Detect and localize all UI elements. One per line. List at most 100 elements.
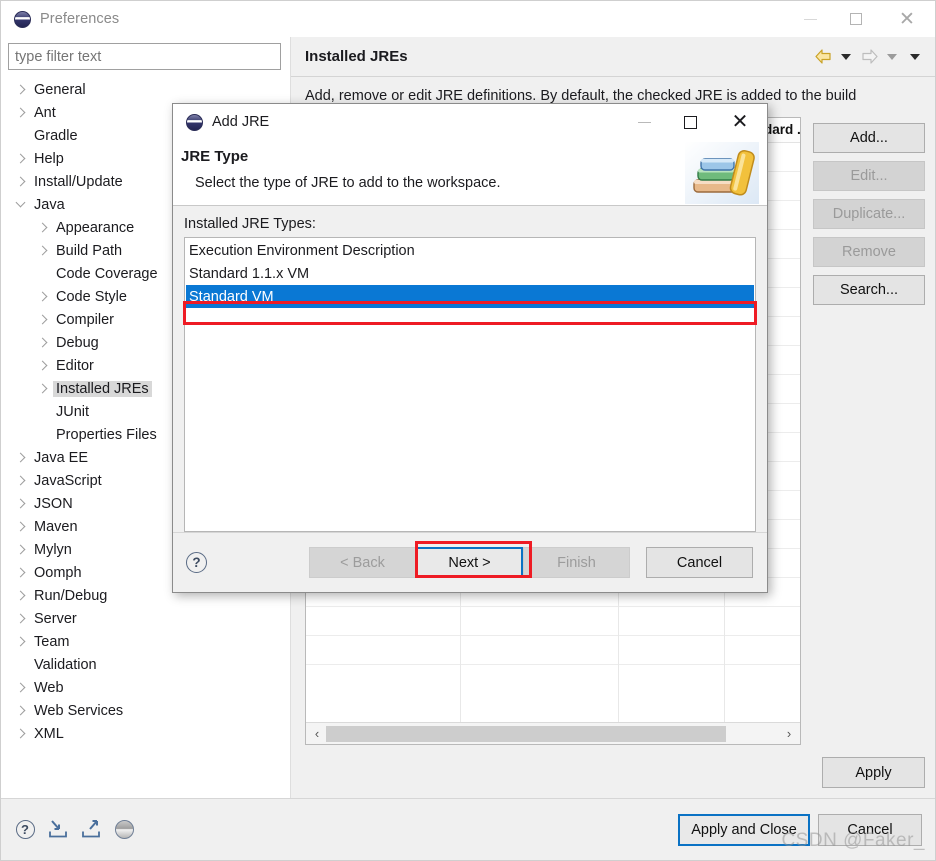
eclipse-icon <box>186 113 203 131</box>
sidebar-item-xml[interactable]: XML <box>1 722 290 745</box>
sidebar-item-web-services[interactable]: Web Services <box>1 699 290 722</box>
chevron-right-icon[interactable] <box>9 613 31 624</box>
sidebar-item-label: Web <box>34 679 64 696</box>
sidebar-item-label: Validation <box>34 656 97 673</box>
eclipse-icon <box>14 10 31 28</box>
chevron-right-icon[interactable] <box>9 728 31 739</box>
chevron-right-icon[interactable] <box>9 176 31 187</box>
sidebar-item-validation[interactable]: Validation <box>1 653 290 676</box>
sidebar-item-label: Server <box>34 610 77 627</box>
chevron-right-icon[interactable] <box>9 84 31 95</box>
sidebar-item-server[interactable]: Server <box>1 607 290 630</box>
scrollbar-thumb[interactable] <box>326 725 726 742</box>
maximize-button[interactable] <box>833 1 879 37</box>
sidebar-item-label: Help <box>34 150 64 167</box>
back-arrow-icon[interactable] <box>813 47 833 67</box>
close-button[interactable]: ✕ <box>879 1 935 37</box>
apply-and-close-button[interactable]: Apply and Close <box>678 813 810 846</box>
remove-button: Remove <box>813 236 925 267</box>
search-button[interactable]: Search... <box>813 274 925 305</box>
minimize-icon <box>637 121 651 123</box>
chevron-right-icon[interactable] <box>31 383 53 394</box>
sidebar-item-label: Appearance <box>56 219 135 236</box>
filter-container <box>1 37 290 76</box>
chevron-right-icon[interactable] <box>9 521 31 532</box>
bottom-icon-group: ? <box>14 819 135 841</box>
sidebar-item-label: Maven <box>34 518 78 535</box>
forward-arrow-icon <box>859 47 879 67</box>
add-jre-dialog: Add JRE ✕ JRE Type Select the type of JR… <box>172 103 768 593</box>
view-menu-caret-down-icon[interactable] <box>905 47 925 67</box>
chevron-right-icon[interactable] <box>9 682 31 693</box>
cancel-button[interactable]: Cancel <box>818 813 922 846</box>
next-button[interactable]: Next > <box>416 547 523 578</box>
sidebar-item-label: Run/Debug <box>34 587 108 604</box>
table-row[interactable] <box>306 636 800 665</box>
list-item[interactable]: Execution Environment Description <box>186 239 754 262</box>
sidebar-item-label: Installed JREs <box>53 380 152 397</box>
sidebar-item-label: Gradle <box>34 127 78 144</box>
dialog-banner: JRE Type Select the type of JRE to add t… <box>173 140 767 206</box>
apply-button[interactable]: Apply <box>822 757 925 788</box>
page-title: Installed JREs <box>305 48 408 65</box>
sidebar-item-label: Oomph <box>34 564 82 581</box>
chevron-right-icon[interactable] <box>31 360 53 371</box>
chevron-right-icon[interactable] <box>9 567 31 578</box>
sidebar-item-label: Mylyn <box>34 541 72 558</box>
chevron-right-icon[interactable] <box>31 222 53 233</box>
chevron-right-icon[interactable] <box>9 705 31 716</box>
chevron-right-icon[interactable] <box>31 291 53 302</box>
sidebar-item-label: Compiler <box>56 311 115 328</box>
dialog-window-controls: ✕ <box>621 104 767 140</box>
sidebar-item-general[interactable]: General <box>1 78 290 101</box>
cancel-button[interactable]: Cancel <box>646 547 753 578</box>
question-mark-icon: ? <box>15 820 35 839</box>
close-icon: ✕ <box>731 111 749 133</box>
add-button[interactable]: Add... <box>813 122 925 153</box>
list-item[interactable]: Standard 1.1.x VM <box>186 262 754 285</box>
chevron-right-icon[interactable] <box>31 314 53 325</box>
chevron-right-icon[interactable] <box>9 590 31 601</box>
jre-types-list[interactable]: Execution Environment Description Standar… <box>184 237 756 532</box>
help-button[interactable]: ? <box>14 819 36 841</box>
horizontal-scrollbar[interactable]: ‹ › <box>306 722 800 744</box>
sidebar-item-web[interactable]: Web <box>1 676 290 699</box>
sidebar-item-team[interactable]: Team <box>1 630 290 653</box>
sidebar-item-label: Team <box>34 633 70 650</box>
status-button[interactable] <box>113 819 135 841</box>
import-button[interactable] <box>47 819 69 841</box>
dialog-minimize-button[interactable] <box>621 104 667 140</box>
chevron-right-icon[interactable] <box>9 452 31 463</box>
chevron-right-icon[interactable] <box>9 544 31 555</box>
chevron-right-icon[interactable] <box>9 107 31 118</box>
chevron-right-icon[interactable] <box>9 475 31 486</box>
chevron-right-icon[interactable] <box>31 245 53 256</box>
chevron-right-icon[interactable] <box>9 498 31 509</box>
chevron-down-icon[interactable] <box>9 197 31 208</box>
scroll-left-icon[interactable]: ‹ <box>308 726 326 741</box>
forward-menu-caret-down-icon[interactable] <box>882 47 902 67</box>
scroll-right-icon[interactable]: › <box>780 726 798 741</box>
jre-types-label: Installed JRE Types: <box>184 216 316 232</box>
back-menu-caret-down-icon[interactable] <box>836 47 856 67</box>
chevron-right-icon[interactable] <box>9 636 31 647</box>
export-button[interactable] <box>80 819 102 841</box>
dialog-help-button[interactable]: ? <box>186 552 207 573</box>
sidebar-item-label: Web Services <box>34 702 124 719</box>
search-input[interactable] <box>8 43 281 70</box>
scrollbar-track[interactable] <box>326 725 780 742</box>
dialog-close-button[interactable]: ✕ <box>713 104 767 140</box>
sidebar-item-label: Java EE <box>34 449 88 466</box>
table-row[interactable] <box>306 607 800 636</box>
window-titlebar: Preferences ✕ <box>1 1 935 37</box>
sidebar-item-label: Editor <box>56 357 94 374</box>
chevron-right-icon[interactable] <box>31 337 53 348</box>
sidebar-item-label: Java <box>34 196 65 213</box>
list-item[interactable]: Standard VM <box>186 285 754 308</box>
minimize-button[interactable] <box>787 1 833 37</box>
duplicate-button: Duplicate... <box>813 198 925 229</box>
window-title: Preferences <box>40 11 120 27</box>
dialog-maximize-button[interactable] <box>667 104 713 140</box>
chevron-right-icon[interactable] <box>9 153 31 164</box>
maximize-icon <box>850 13 862 25</box>
